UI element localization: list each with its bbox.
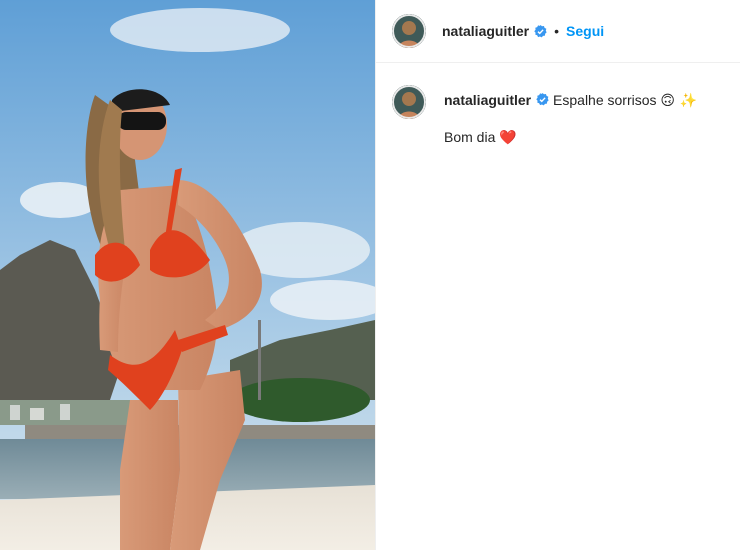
verified-badge-icon	[536, 93, 549, 106]
caption-text-line2-wrap: Bom dia ❤️	[444, 128, 697, 147]
verified-badge-icon	[534, 24, 547, 37]
post-header: nataliaguitler • Segui	[376, 0, 740, 63]
caption-username[interactable]: nataliaguitler	[444, 92, 531, 108]
follow-button[interactable]: Segui	[566, 23, 604, 39]
caption-text-line1: Espalhe sorrisos	[553, 92, 657, 108]
avatar[interactable]	[392, 14, 426, 48]
caption-text-line2: Bom dia	[444, 129, 496, 145]
post-sidebar: nataliaguitler • Segui nataliaguitler Es…	[375, 0, 740, 550]
header-username[interactable]: nataliaguitler	[442, 23, 529, 39]
profile-avatar-image	[392, 85, 426, 119]
heart-emoji: ❤️	[499, 130, 517, 146]
post-image	[0, 0, 375, 550]
caption-comment: nataliaguitler Espalhe sorrisos 🙃 ✨ Bom …	[376, 63, 740, 147]
separator-dot: •	[554, 23, 560, 39]
profile-avatar-image	[392, 14, 426, 48]
avatar[interactable]	[392, 85, 426, 119]
caption-body: nataliaguitler Espalhe sorrisos 🙃 ✨ Bom …	[444, 85, 697, 147]
post-photo[interactable]	[0, 0, 375, 550]
caption-emoji-line1: 🙃 ✨	[660, 93, 697, 109]
